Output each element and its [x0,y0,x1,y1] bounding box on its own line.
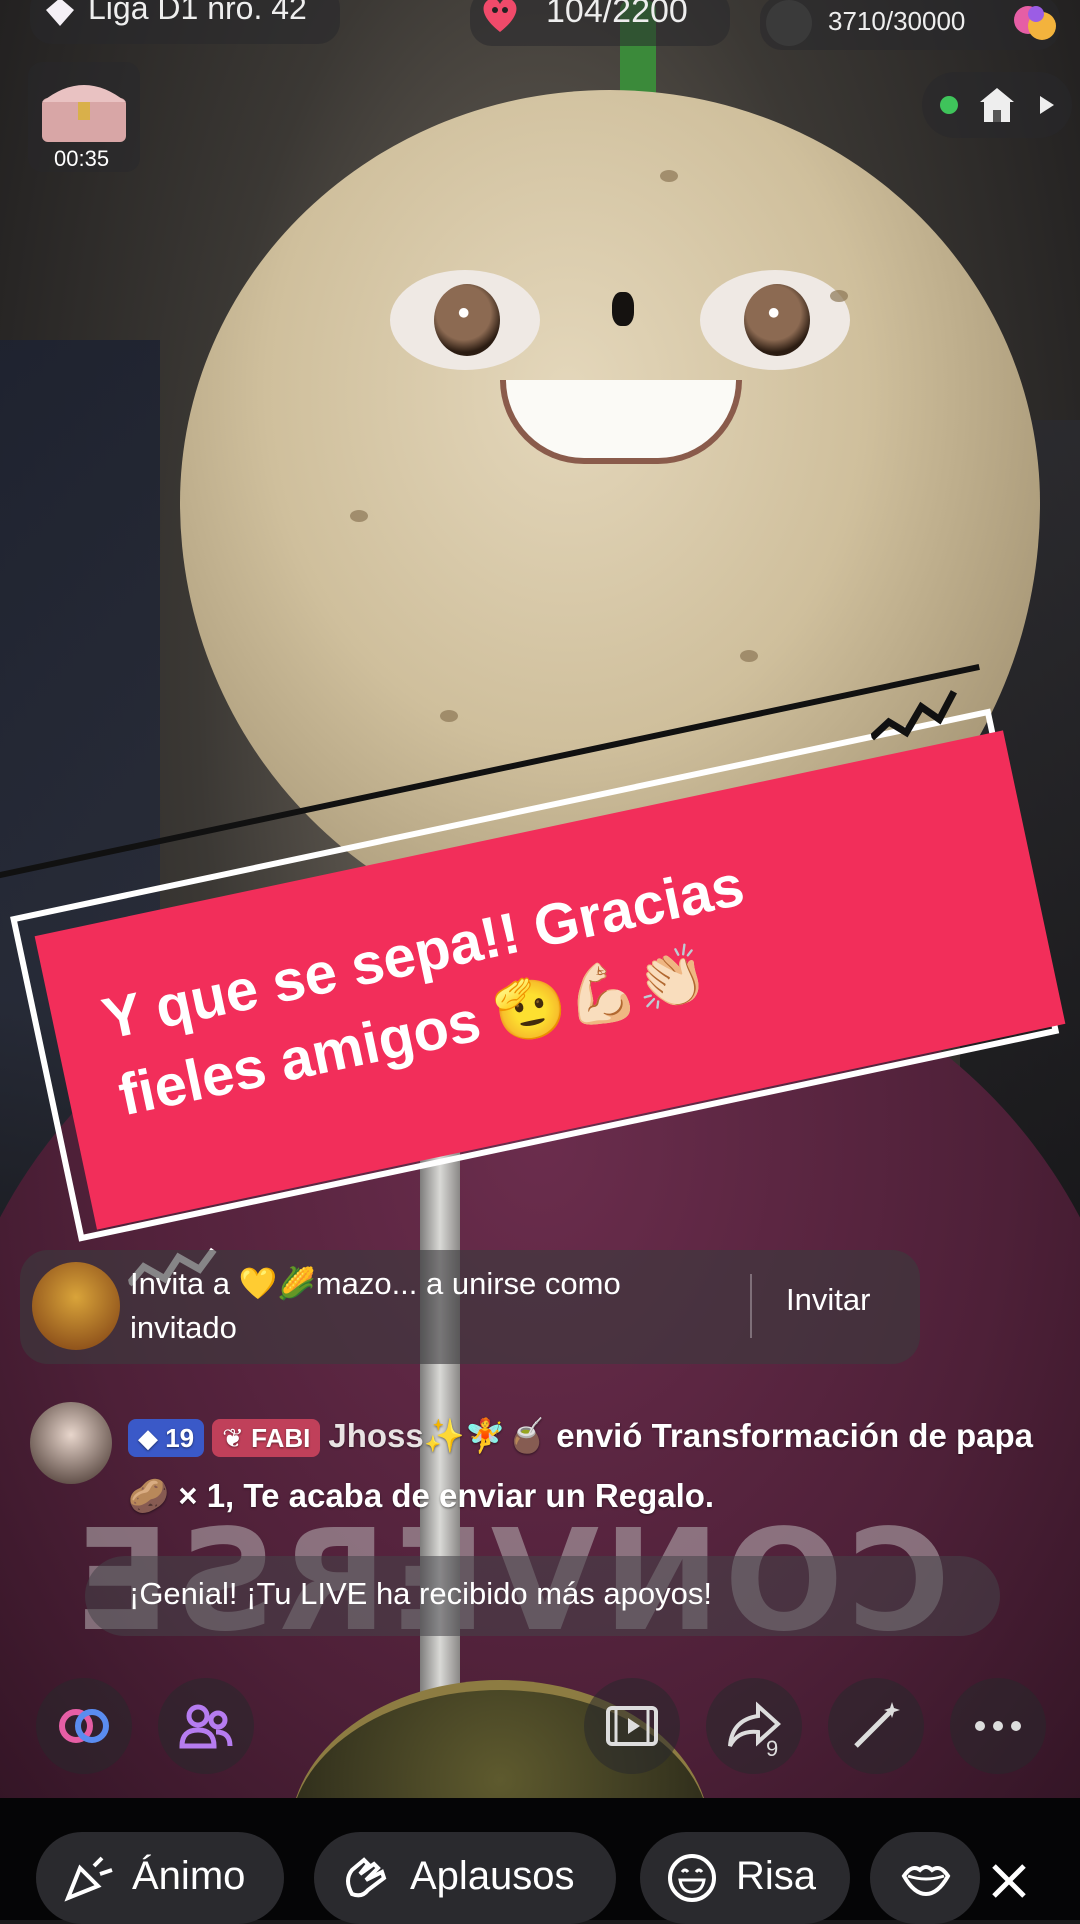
lips-icon [901,1865,951,1897]
reaction-laugh-label: Risa [736,1854,817,1898]
potato-spot [440,710,458,722]
heart-goal-icon [483,0,517,32]
magic-wand-icon [854,1702,900,1748]
fan-club-badge-label: FABI [251,1423,311,1454]
link-icon [59,1709,109,1743]
potato-spot [350,510,368,522]
invite-divider [750,1274,752,1338]
invite-card: Invita a 💛🌽mazo... a unirse como invitad… [20,1250,920,1364]
reaction-cheer-label: Ánimo [132,1854,246,1898]
reaction-cheer-button[interactable]: Ánimo [36,1832,284,1924]
chevron-right-icon[interactable] [1036,94,1056,116]
home-icon[interactable] [976,84,1018,126]
invite-button[interactable]: Invitar [786,1282,870,1318]
goal-progress: 104/2200 [546,0,688,30]
support-toast: ¡Genial! ¡Tu LIVE ha recibido más apoyos… [85,1556,1000,1636]
support-toast-text: ¡Genial! ¡Tu LIVE ha recibido más apoyos… [129,1576,712,1611]
league-pill[interactable]: Liga D1 nro. 42 [30,0,340,44]
close-icon[interactable] [986,1858,1032,1904]
points-pill[interactable]: 3710/30000 [760,0,1060,50]
goal-pill[interactable]: 104/2200 [470,0,730,46]
reaction-applause-label: Aplausos [410,1854,575,1898]
reaction-applause-button[interactable]: Aplausos [314,1832,616,1924]
potato-spot [740,650,758,662]
gift-cluster-icon [1014,6,1056,40]
level-badge: ◆ 19 [128,1419,205,1458]
level-badge-value: 19 [165,1423,195,1454]
more-button[interactable] [950,1678,1046,1774]
more-dots-icon [975,1721,1021,1731]
enhance-button[interactable] [828,1678,924,1774]
share-count: 9 [766,1736,779,1761]
share-button[interactable]: 9 [706,1678,802,1774]
film-icon [606,1706,658,1746]
treasure-chest-icon [42,85,126,142]
treasure-chest-button[interactable]: 00:35 [28,62,140,172]
potato-nose [612,292,634,326]
clap-icon [346,1857,387,1898]
league-label: Liga D1 nro. 42 [88,0,307,26]
multi-guest-button[interactable] [36,1678,132,1774]
potato-spot [830,290,848,302]
live-status-dot [940,96,958,114]
fan-club-badge: ❦ FABI [212,1419,321,1458]
treasure-timer: 00:35 [54,146,110,171]
invite-avatar [32,1262,120,1350]
potato-left-eye [390,270,540,370]
gifter-username[interactable]: Jhoss✨🧚🧉 [328,1417,547,1454]
invite-message: Invita a 💛🌽mazo... a unirse como invitad… [130,1266,621,1345]
points-avatar [766,0,812,46]
gift-message: ◆ 19 ❦ FABI Jhoss✨🧚🧉 envió Transformación … [128,1406,1048,1526]
laugh-icon [668,1854,716,1902]
guests-button[interactable] [158,1678,254,1774]
reaction-kiss-button[interactable] [870,1832,980,1924]
people-icon [179,1704,233,1749]
live-controls [922,72,1072,138]
reaction-laugh-button[interactable]: Risa [640,1832,850,1924]
potato-spot [660,170,678,182]
film-button[interactable] [584,1678,680,1774]
potato-mouth [500,380,742,464]
cheer-icon [64,1856,113,1902]
gifter-avatar[interactable] [30,1402,112,1484]
points-progress: 3710/30000 [828,6,966,36]
potato-right-eye [700,270,850,370]
diamond-icon [46,0,74,26]
